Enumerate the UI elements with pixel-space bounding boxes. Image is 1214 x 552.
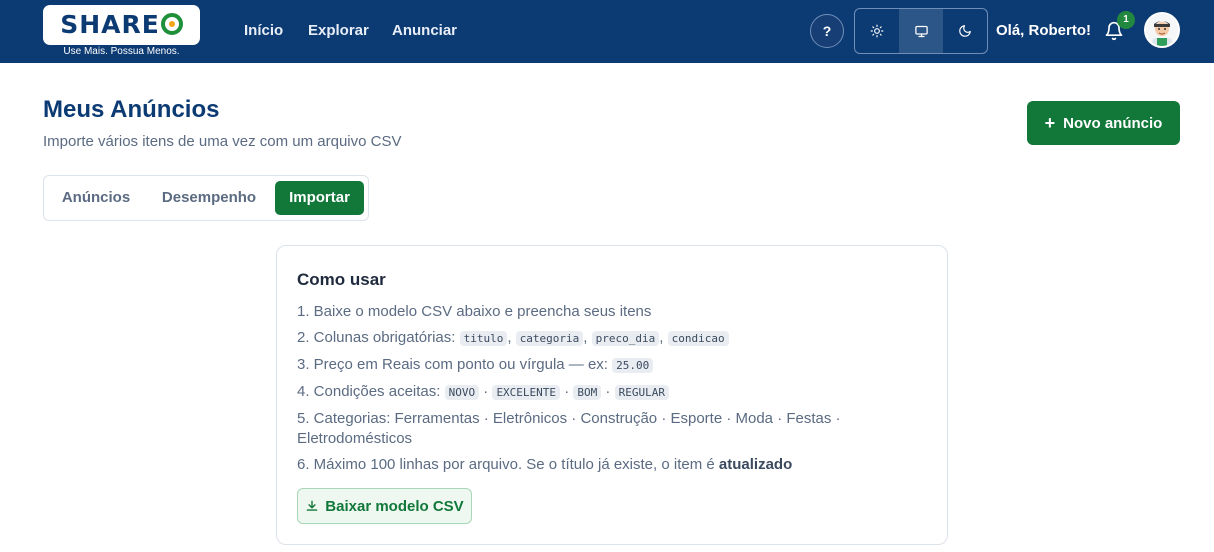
sun-icon — [870, 24, 884, 38]
plus-icon: + — [1044, 113, 1056, 133]
how-to-card: Como usar 1. Baixe o modelo CSV abaixo e… — [276, 245, 948, 545]
step-3: 3. Preço em Reais com ponto ou vírgula —… — [297, 355, 937, 376]
user-greeting[interactable]: Olá, Roberto! — [996, 22, 1091, 39]
tab-importar[interactable]: Importar — [275, 181, 364, 215]
page-subtitle: Importe vários itens de uma vez com um a… — [43, 133, 402, 150]
code-tag: REGULAR — [614, 385, 669, 400]
tab-anuncios[interactable]: Anúncios — [50, 181, 142, 215]
monitor-icon — [914, 25, 928, 37]
dark-theme-button[interactable] — [943, 9, 987, 53]
code-tag: 25.00 — [612, 358, 654, 373]
page-title: Meus Anúncios — [43, 96, 220, 123]
theme-toggle — [854, 8, 988, 54]
step-6: 6. Máximo 100 linhas por arquivo. Se o t… — [297, 456, 793, 473]
logo-o-icon — [160, 13, 183, 35]
help-button[interactable]: ? — [810, 14, 844, 48]
nav-inicio[interactable]: Início — [244, 22, 283, 39]
download-label: Baixar modelo CSV — [325, 497, 464, 515]
light-theme-button[interactable] — [855, 9, 899, 53]
notification-badge: 1 — [1117, 11, 1135, 29]
user-avatar-icon — [1146, 14, 1178, 46]
step-4: 4. Condições aceitas: NOVO · EXCELENTE ·… — [297, 382, 937, 403]
steps-list: 1. Baixe o modelo CSV abaixo e preencha … — [297, 302, 937, 481]
code-tag: preco_dia — [591, 331, 660, 346]
code-tag: BOM — [573, 385, 602, 400]
new-listing-label: Novo anúncio — [1063, 114, 1163, 132]
tab-desempenho[interactable]: Desempenho — [148, 181, 270, 215]
step-5: 5. Categorias: Ferramentas · Eletrônicos… — [297, 410, 841, 447]
code-tag: EXCELENTE — [492, 385, 561, 400]
code-tag: NOVO — [444, 385, 480, 400]
moon-icon — [959, 25, 971, 37]
tabs: Anúncios Desempenho Importar — [43, 175, 369, 221]
step-1: 1. Baixe o modelo CSV abaixo e preencha … — [297, 303, 652, 320]
step-2: 2. Colunas obrigatórias: titulo, categor… — [297, 328, 937, 349]
logo[interactable]: SHARE — [43, 5, 200, 45]
new-listing-button[interactable]: + Novo anúncio — [1027, 101, 1180, 145]
system-theme-button[interactable] — [899, 9, 943, 53]
download-icon — [306, 500, 318, 511]
nav-explorar[interactable]: Explorar — [308, 22, 369, 39]
logo-text: SHARE — [60, 10, 160, 39]
avatar[interactable] — [1144, 12, 1180, 48]
code-tag: categoria — [515, 331, 584, 346]
top-navbar: SHARE Use Mais. Possua Menos. Início Exp… — [0, 0, 1214, 63]
card-title: Como usar — [297, 270, 386, 289]
code-tag: condicao — [667, 331, 729, 346]
download-template-button[interactable]: Baixar modelo CSV — [297, 488, 472, 524]
code-tag: titulo — [459, 331, 508, 346]
nav-anunciar[interactable]: Anunciar — [392, 22, 457, 39]
slogan: Use Mais. Possua Menos. — [63, 46, 180, 57]
